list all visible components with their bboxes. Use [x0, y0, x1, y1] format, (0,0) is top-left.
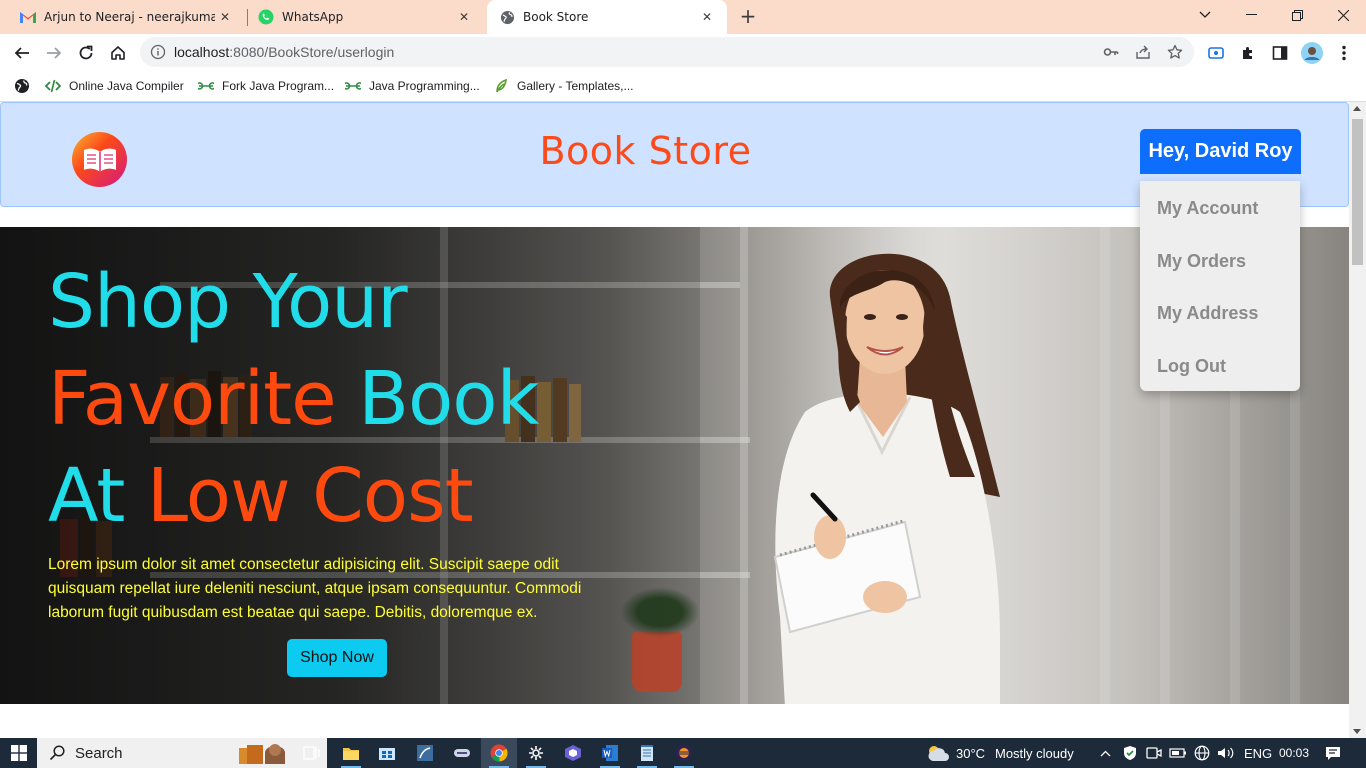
dev-app-icon[interactable]	[555, 738, 591, 768]
bookmarks-bar: Online Java Compiler Fork Java Program..…	[0, 71, 1366, 102]
page-scrollbar[interactable]	[1349, 102, 1366, 738]
weather-temperature[interactable]: 30°C	[956, 738, 985, 768]
network-globe-icon[interactable]	[1192, 738, 1212, 768]
forward-icon[interactable]	[41, 40, 67, 66]
woman-with-notepad-image	[773, 253, 1000, 704]
geeks-icon	[198, 78, 214, 94]
bookmark-java-programming[interactable]: Java Programming...	[345, 77, 480, 95]
search-label: Search	[75, 744, 123, 762]
info-icon[interactable]	[150, 44, 166, 60]
battery-icon[interactable]	[1168, 738, 1188, 768]
word-icon[interactable]	[592, 738, 628, 768]
address-bar[interactable]: localhost:8080/BookStore/userlogin	[140, 37, 1194, 67]
file-explorer-icon[interactable]	[333, 738, 369, 768]
bookmark-gallery-templates[interactable]: Gallery - Templates,...	[493, 77, 633, 95]
clock-time[interactable]: 00:03	[1279, 738, 1309, 768]
minimize-icon[interactable]	[1228, 0, 1274, 30]
new-tab-icon[interactable]: +	[738, 6, 758, 27]
browser-tab-strip: Arjun to Neeraj - neerajkumarroy ✕ Whats…	[0, 0, 1366, 34]
chrome-icon[interactable]	[481, 738, 517, 768]
tab-title: Book Store	[523, 10, 589, 24]
menu-item-my-account[interactable]: My Account	[1157, 198, 1258, 219]
security-shield-icon[interactable]	[1121, 738, 1139, 768]
hero-title-line-1: Shop Your	[48, 259, 408, 345]
tab-whatsapp[interactable]: WhatsApp ✕	[238, 0, 484, 34]
star-icon[interactable]	[1167, 44, 1183, 60]
media-icon[interactable]	[1203, 40, 1229, 66]
home-icon[interactable]	[105, 40, 131, 66]
mysql-workbench-icon[interactable]	[407, 738, 443, 768]
extensions-icon[interactable]	[1235, 40, 1261, 66]
geeks-icon	[345, 78, 361, 94]
menu-item-log-out[interactable]: Log Out	[1157, 356, 1226, 377]
menu-kebab-icon[interactable]	[1331, 40, 1357, 66]
hero-description: Lorem ipsum dolor sit amet consectetur a…	[48, 556, 582, 621]
reload-icon[interactable]	[73, 40, 99, 66]
windows-start-icon[interactable]	[0, 738, 37, 768]
bookmark-label: Gallery - Templates,...	[517, 79, 634, 93]
search-icon	[49, 745, 65, 761]
close-icon[interactable]: ✕	[697, 7, 717, 27]
scroll-thumb[interactable]	[1352, 119, 1363, 265]
whatsapp-icon	[258, 9, 274, 25]
notifications-icon[interactable]	[1316, 738, 1350, 768]
side-panel-icon[interactable]	[1267, 40, 1293, 66]
tab-title: WhatsApp	[282, 10, 344, 24]
profile-avatar[interactable]	[1299, 40, 1325, 66]
browser-toolbar: localhost:8080/BookStore/userlogin	[0, 34, 1366, 71]
menu-item-my-orders[interactable]: My Orders	[1157, 251, 1246, 272]
tab-search-icon[interactable]	[1182, 0, 1228, 30]
tab-gmail[interactable]: Arjun to Neeraj - neerajkumarroy ✕	[0, 0, 245, 34]
media-app-icon[interactable]	[444, 738, 480, 768]
hero-title-line-3: At Low Cost	[48, 453, 474, 539]
scroll-up-arrow-icon[interactable]	[1353, 106, 1361, 111]
weather-condition[interactable]: Mostly cloudy	[995, 738, 1074, 768]
share-icon[interactable]	[1135, 44, 1151, 60]
store-icon[interactable]	[369, 738, 405, 768]
gmail-icon	[20, 9, 36, 25]
user-dropdown-button[interactable]: Hey, David Roy	[1140, 129, 1301, 174]
world-icon[interactable]	[14, 77, 30, 95]
bookmark-online-java-compiler[interactable]: Online Java Compiler	[45, 77, 184, 95]
back-icon[interactable]	[9, 40, 35, 66]
url-text: localhost:8080/BookStore/userlogin	[174, 44, 395, 60]
page-viewport: Book Store Hey, David Roy Shop Your Favo…	[0, 102, 1366, 738]
volume-icon[interactable]	[1216, 738, 1236, 768]
leaf-icon	[493, 78, 509, 94]
close-window-icon[interactable]	[1320, 0, 1366, 30]
restore-icon[interactable]	[1274, 0, 1320, 30]
key-icon[interactable]	[1103, 44, 1119, 60]
code-icon	[45, 78, 61, 94]
tab-title: Arjun to Neeraj - neerajkumarroy	[44, 10, 215, 24]
camera-icon[interactable]	[1145, 738, 1163, 768]
windows-taskbar: Search 30°C Mostly cloudy ENG 00:03	[0, 738, 1366, 768]
tab-book-store[interactable]: Book Store ✕	[487, 0, 727, 34]
close-icon[interactable]: ✕	[215, 7, 235, 27]
scroll-down-arrow-icon[interactable]	[1353, 729, 1361, 734]
user-dropdown-menu: My Account My Orders My Address Log Out	[1140, 181, 1300, 391]
bookmark-label: Online Java Compiler	[69, 79, 184, 93]
bookmark-label: Fork Java Program...	[222, 79, 335, 93]
globe-icon	[499, 9, 515, 25]
menu-item-my-address[interactable]: My Address	[1157, 303, 1258, 324]
close-icon[interactable]: ✕	[454, 7, 474, 27]
settings-gear-icon[interactable]	[518, 738, 554, 768]
input-language[interactable]: ENG	[1244, 738, 1272, 768]
bookmark-label: Java Programming...	[369, 79, 480, 93]
weather-cloudy-icon[interactable]	[924, 738, 952, 768]
search-highlight-books-icon	[237, 740, 293, 766]
bookmark-fork-java-program[interactable]: Fork Java Program...	[198, 77, 334, 95]
site-brand-title[interactable]: Book Store	[1, 129, 1290, 173]
eclipse-icon[interactable]	[666, 738, 702, 768]
hero-title-line-2: Favorite Book	[48, 356, 539, 442]
shop-now-button[interactable]: Shop Now	[287, 639, 387, 677]
taskbar-search-box[interactable]: Search	[37, 738, 327, 768]
tray-chevron-up-icon[interactable]	[1098, 738, 1112, 768]
task-view-icon[interactable]	[294, 738, 330, 768]
notepad-icon[interactable]	[629, 738, 665, 768]
